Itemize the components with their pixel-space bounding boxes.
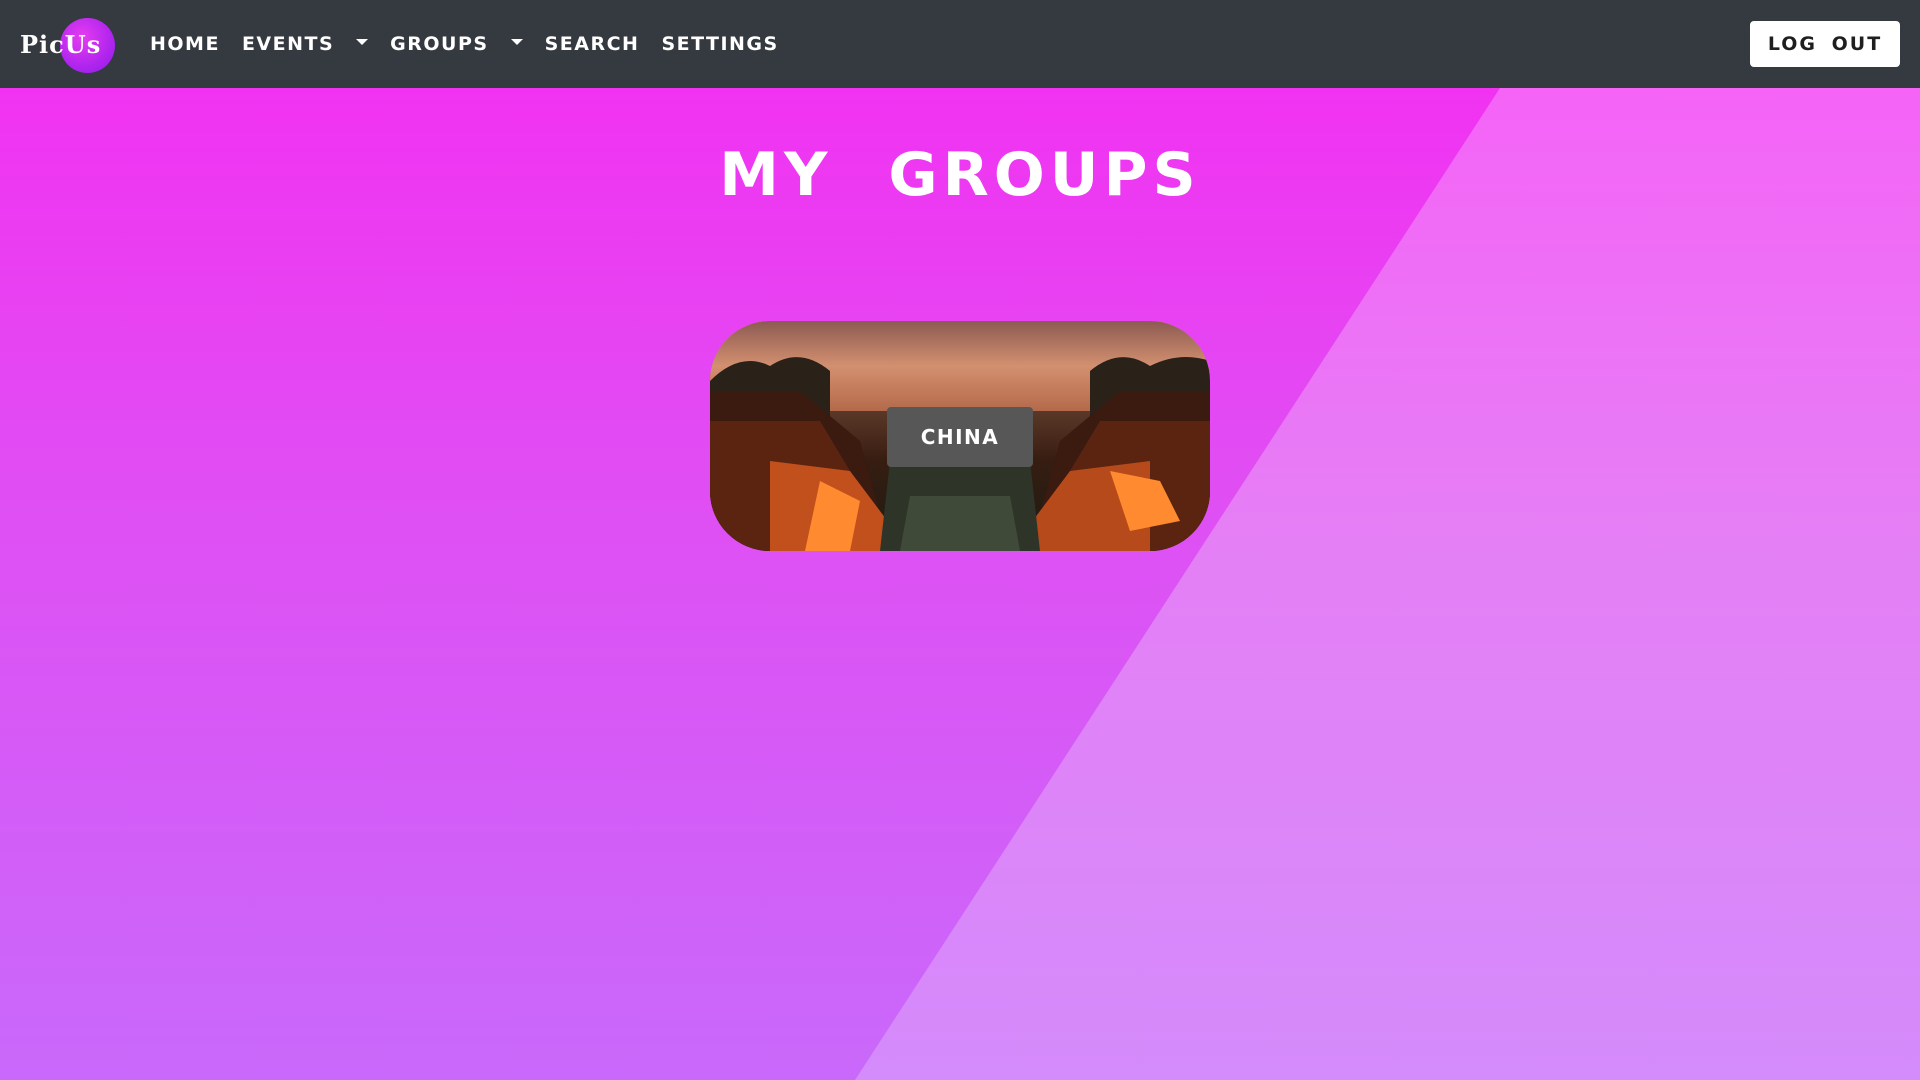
- group-card-china[interactable]: CHINA: [710, 321, 1210, 551]
- nav-groups-dropdown[interactable]: GROUPS: [390, 33, 523, 55]
- nav-settings-label: SETTINGS: [661, 33, 779, 55]
- nav-groups-label: GROUPS: [390, 33, 489, 55]
- navbar: PicUs HOME EVENTS GROUPS SEARCH SETTINGS…: [0, 0, 1920, 88]
- group-name-label: CHINA: [887, 407, 1033, 467]
- chevron-down-icon: [356, 39, 369, 45]
- nav-events-label: EVENTS: [241, 33, 335, 55]
- brand-logo[interactable]: PicUs: [20, 14, 120, 74]
- nav-home-label: HOME: [150, 33, 220, 55]
- nav-settings[interactable]: SETTINGS: [661, 33, 778, 55]
- nav-links: HOME EVENTS GROUPS SEARCH SETTINGS: [150, 33, 801, 55]
- page-title: MY GROUPS: [719, 140, 1201, 210]
- chevron-down-icon: [510, 39, 523, 45]
- nav-search[interactable]: SEARCH: [545, 33, 640, 55]
- brand-name: PicUs: [20, 29, 102, 59]
- nav-search-label: SEARCH: [544, 33, 640, 55]
- nav-home[interactable]: HOME: [150, 33, 220, 55]
- logout-button[interactable]: LOG OUT: [1750, 21, 1900, 67]
- nav-events-dropdown[interactable]: EVENTS: [241, 33, 369, 55]
